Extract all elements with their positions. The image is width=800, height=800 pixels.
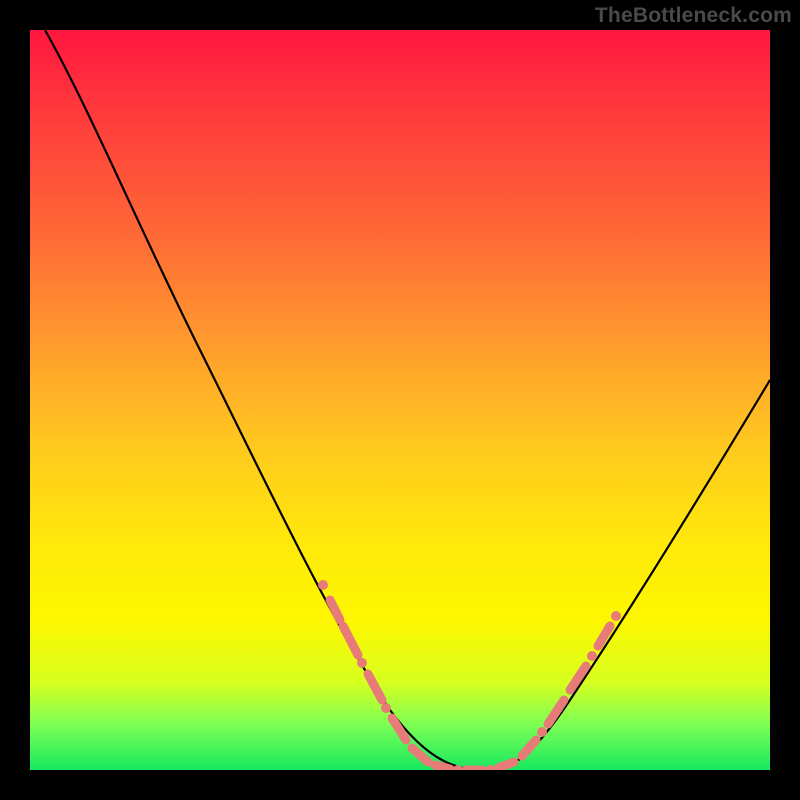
curve-layer	[30, 30, 770, 770]
watermark-text: TheBottleneck.com	[595, 4, 792, 28]
chart-frame: TheBottleneck.com	[0, 0, 800, 800]
marker-band	[318, 580, 621, 770]
chart-plot-area	[30, 30, 770, 770]
bottleneck-curve	[45, 30, 770, 770]
